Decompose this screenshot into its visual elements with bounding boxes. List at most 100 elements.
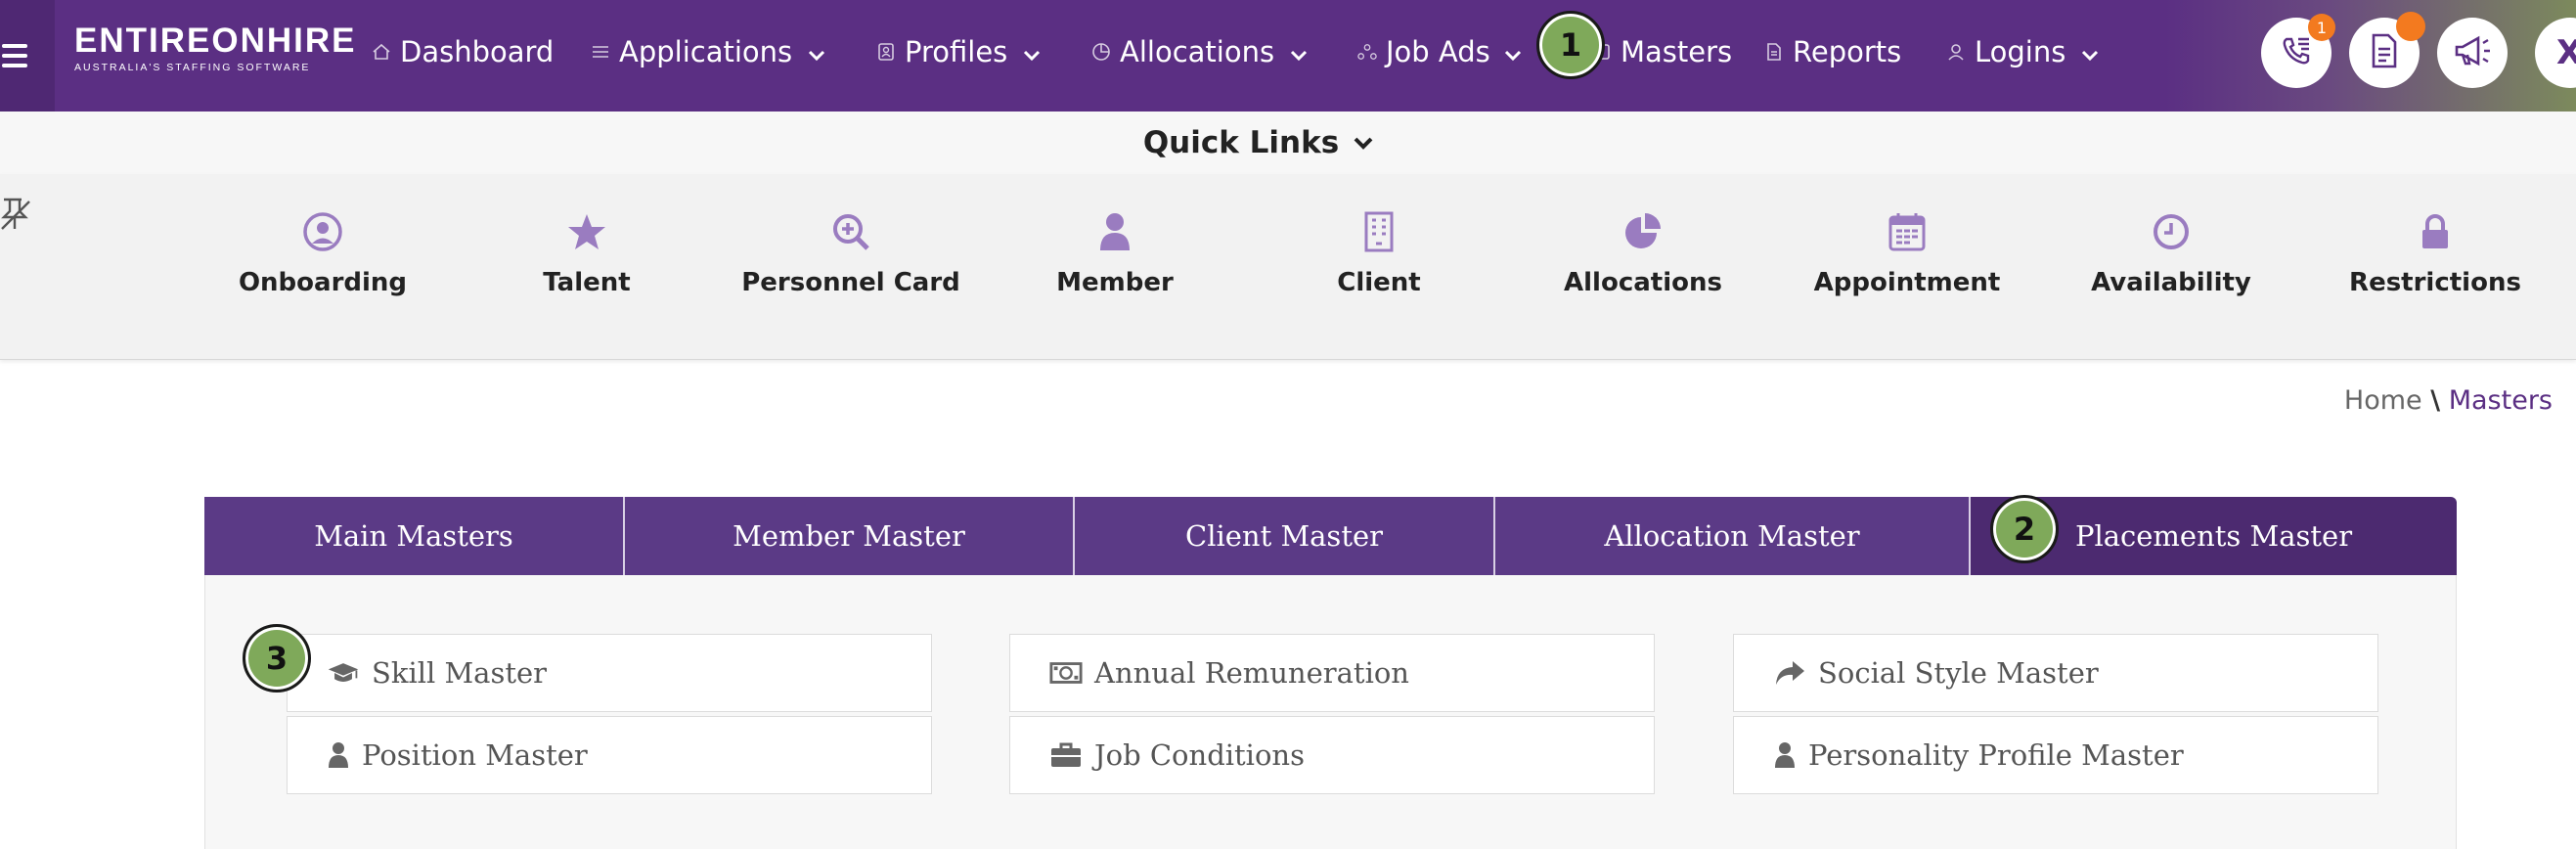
job-conditions-link[interactable]: Job Conditions: [1009, 716, 1655, 794]
document-icon: [2368, 31, 2401, 74]
phone-list-icon: [2277, 31, 2316, 74]
tab-client-master[interactable]: Client Master: [1075, 497, 1495, 575]
master-item-label: Skill Master: [372, 656, 548, 690]
quick-link-client[interactable]: Client: [1266, 209, 1491, 297]
personality-profile-master-link[interactable]: Personality Profile Master: [1733, 716, 2378, 794]
quick-links-toggle[interactable]: Quick Links: [1143, 125, 1374, 160]
quick-link-allocations[interactable]: Allocations: [1531, 209, 1755, 297]
chevron-down-icon: [1290, 35, 1308, 68]
announcements-button[interactable]: [2437, 18, 2508, 88]
user-icon: [1773, 741, 1797, 769]
star-icon: [474, 209, 699, 254]
top-navbar: ENTIREONHIRE AUSTRALIA'S STAFFING SOFTWA…: [0, 0, 2576, 112]
nav-item-allocations[interactable]: Allocations: [1091, 0, 1308, 104]
nav-item-applications[interactable]: Applications: [591, 0, 825, 104]
nav-item-logins[interactable]: Logins: [1946, 0, 2099, 104]
nav-item-label: Job Ads: [1386, 35, 1490, 68]
master-item-label: Annual Remuneration: [1094, 656, 1409, 690]
lock-icon: [2323, 209, 2548, 254]
master-item-label: Personality Profile Master: [1808, 738, 2184, 772]
master-item-label: Job Conditions: [1094, 738, 1305, 772]
nav-item-label: Applications: [619, 35, 793, 68]
user-circle-icon: [210, 209, 435, 254]
quick-link-talent[interactable]: Talent: [474, 209, 699, 297]
breadcrumb-home-link[interactable]: Home: [2344, 385, 2422, 416]
document-icon: [1764, 42, 1784, 62]
quick-link-label: Talent: [543, 268, 631, 297]
quick-link-label: Client: [1337, 268, 1421, 297]
nav-item-label: Dashboard: [400, 35, 555, 68]
chevron-down-icon: [2081, 35, 2099, 68]
quick-link-member[interactable]: Member: [1002, 209, 1227, 297]
quick-link-label: Appointment: [1813, 268, 2001, 297]
app-logo[interactable]: ENTIREONHIRE AUSTRALIA'S STAFFING SOFTWA…: [74, 22, 357, 74]
calendar-icon: [1795, 209, 2020, 254]
skill-master-link[interactable]: Skill Master: [287, 634, 932, 712]
nav-item-masters[interactable]: Masters: [1592, 0, 1732, 104]
briefcase-icon: [1049, 741, 1083, 769]
quick-links-bar: Quick Links: [0, 112, 2576, 174]
user-icon: [327, 741, 350, 769]
master-item-label: Position Master: [362, 738, 588, 772]
tab-allocation-master[interactable]: Allocation Master: [1495, 497, 1971, 575]
nav-item-job-ads[interactable]: Job Ads: [1357, 0, 1522, 104]
user-icon: [1002, 209, 1227, 254]
nav-item-label: Reports: [1793, 35, 1902, 68]
quick-link-label: Allocations: [1564, 268, 1722, 297]
nav-item-label: Masters: [1621, 35, 1733, 68]
logo-wordmark: ENTIREONHIRE: [74, 22, 357, 60]
nav-item-label: Profiles: [905, 35, 1008, 68]
tab-member-master[interactable]: Member Master: [625, 497, 1075, 575]
position-master-link[interactable]: Position Master: [287, 716, 932, 794]
graduation-cap-icon: [327, 659, 360, 687]
step-marker-3: 3: [243, 624, 311, 693]
user-icon: [1946, 42, 1966, 62]
quick-link-onboarding[interactable]: Onboarding: [210, 209, 435, 297]
notification-badge: 1: [2308, 14, 2335, 41]
tab-main-masters[interactable]: Main Masters: [204, 497, 625, 575]
breadcrumb-separator: \: [2430, 385, 2441, 416]
quick-link-label: Onboarding: [238, 268, 408, 297]
quick-links-title: Quick Links: [1142, 125, 1340, 160]
chevron-down-icon: [808, 35, 825, 68]
list-icon: [591, 42, 610, 62]
placements-master-panel: Skill Master Annual Remuneration Social …: [204, 575, 2457, 849]
profile-card-icon: [876, 42, 896, 62]
share-arrow-icon: [1773, 658, 1806, 688]
hamburger-menu-button[interactable]: [0, 0, 55, 112]
quick-link-label: Restrictions: [2349, 268, 2521, 297]
chevron-down-icon: [1504, 35, 1522, 68]
quick-link-label: Availability: [2091, 268, 2251, 297]
chevron-down-icon: [1353, 136, 1374, 150]
quick-link-personnel-card[interactable]: Personnel Card: [738, 209, 963, 297]
search-plus-icon: [738, 209, 963, 254]
step-marker-1: 1: [1536, 11, 1605, 79]
nav-item-profiles[interactable]: Profiles: [876, 0, 1041, 104]
megaphone-icon: [2451, 31, 2494, 74]
social-style-master-link[interactable]: Social Style Master: [1733, 634, 2378, 712]
quick-links-panel: Onboarding Talent Personnel Card Member …: [0, 174, 2576, 360]
nav-item-dashboard[interactable]: Dashboard: [372, 0, 554, 104]
home-icon: [372, 42, 391, 62]
quick-link-restrictions[interactable]: Restrictions: [2323, 209, 2548, 297]
quick-link-appointment[interactable]: Appointment: [1795, 209, 2020, 297]
step-marker-2: 2: [1990, 495, 2059, 563]
unpin-icon[interactable]: [0, 196, 33, 237]
logo-tagline: AUSTRALIA'S STAFFING SOFTWARE: [74, 62, 311, 73]
chevron-down-icon: [1023, 35, 1041, 68]
quick-link-availability[interactable]: Availability: [2059, 209, 2284, 297]
quick-link-label: Member: [1056, 268, 1174, 297]
masters-tab-bar: Main Masters Member Master Client Master…: [204, 497, 2457, 575]
annual-remuneration-link[interactable]: Annual Remuneration: [1009, 634, 1655, 712]
documents-button[interactable]: [2349, 12, 2425, 88]
notification-dot: [2396, 12, 2425, 41]
nav-item-reports[interactable]: Reports: [1764, 0, 1901, 104]
network-icon: [1357, 42, 1377, 62]
money-icon: [1049, 660, 1083, 686]
building-icon: [1266, 209, 1491, 254]
quick-link-label: Personnel Card: [741, 268, 960, 297]
phone-list-button[interactable]: 1: [2261, 14, 2335, 88]
nav-item-label: Logins: [1975, 35, 2066, 68]
pie-chart-icon: [1091, 42, 1111, 62]
breadcrumb-current: Masters: [2448, 385, 2553, 416]
